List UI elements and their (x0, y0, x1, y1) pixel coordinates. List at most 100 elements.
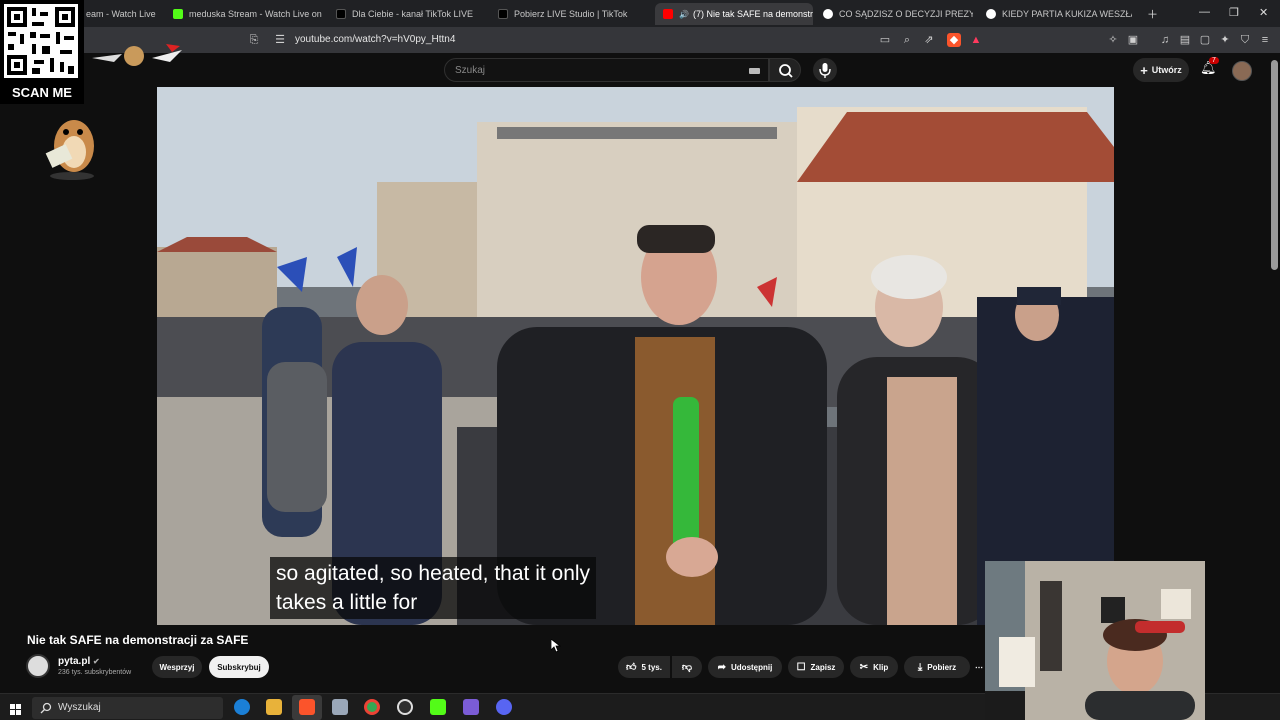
more-actions-button[interactable]: ⋯ (972, 656, 986, 678)
create-button[interactable]: + Utwórz (1133, 58, 1189, 82)
support-label: Wesprzyj (159, 662, 195, 672)
scissors-icon: ✂ (859, 661, 869, 673)
account-avatar[interactable] (1232, 61, 1252, 81)
qr-code (4, 4, 78, 78)
minimize-icon[interactable]: — (1199, 6, 1210, 18)
tab-google-search-2[interactable]: KIEDY PARTIA KUKIZA WESZŁA DO S (986, 3, 1132, 25)
zoom-icon[interactable]: ⌕ (900, 33, 914, 47)
save-label: Zapisz (810, 662, 836, 672)
thumbs-down-icon: 👎︎ (681, 662, 693, 673)
tab-title: Pobierz LIVE Studio | TikTok (514, 9, 628, 19)
page-scrollbar[interactable] (1271, 60, 1278, 270)
verified-icon: ✔ (93, 657, 100, 666)
tab-google-search-1[interactable]: CO SĄDZISZ O DECYZJI PREZYDENT (823, 3, 973, 25)
notification-badge: 7 (1209, 57, 1219, 64)
video-frame (157, 87, 1114, 625)
voice-search-button[interactable] (813, 58, 837, 82)
clip-button[interactable]: ✂ Klip (850, 656, 898, 678)
support-button[interactable]: Wesprzyj (152, 656, 202, 678)
browser-tab-bar: eam - Watch Live on meduska Stream - Wat… (0, 0, 1280, 27)
like-count: 5 tys. (641, 662, 662, 672)
tab-title: (7) Nie tak SAFE na demonstr (692, 9, 813, 19)
download-button[interactable]: ⤓ Pobierz (904, 656, 970, 678)
share-button[interactable]: ➦ Udostępnij (708, 656, 782, 678)
address-bar: ⎘ ☰ youtube.com/watch?v=hV0py_Httn4 ▭ ⌕ … (0, 27, 1280, 53)
close-window-icon[interactable]: ✕ (1259, 6, 1268, 19)
channel-avatar[interactable] (26, 654, 50, 678)
subscriber-count: 236 tys. subskrybentów (58, 669, 132, 676)
video-title: Nie tak SAFE na demonstracji za SAFE (27, 633, 249, 647)
share-icon[interactable]: ⇗ (922, 33, 936, 47)
reader-icon[interactable]: ▤ (1178, 33, 1192, 47)
thumbs-up-icon: 👍︎ (626, 662, 637, 673)
brave-icon[interactable] (299, 699, 315, 715)
url-field[interactable]: youtube.com/watch?v=hV0py_Httn4 (295, 34, 455, 45)
youtube-icon (663, 9, 673, 19)
search-input[interactable]: Szukaj (444, 58, 769, 82)
sticker-decoration (84, 40, 184, 70)
save-button[interactable]: ☐ Zapisz (788, 656, 844, 678)
search-button[interactable] (769, 58, 801, 82)
obs-icon[interactable] (397, 699, 413, 715)
video-player[interactable] (157, 87, 1114, 625)
tab-tiktok-studio[interactable]: Pobierz LIVE Studio | TikTok (498, 3, 648, 25)
subscribe-label: Subskrybuj (217, 662, 261, 672)
taskbar-search[interactable]: Wyszukaj (32, 697, 223, 719)
extensions-icon[interactable]: ✧ (1106, 33, 1120, 47)
tiktok-icon (498, 9, 508, 19)
tab-title: KIEDY PARTIA KUKIZA WESZŁA DO S (1002, 9, 1132, 19)
kick-icon (173, 9, 183, 19)
leo-ai-icon[interactable]: ✦ (1218, 33, 1232, 47)
media-icon[interactable]: ♫ (1158, 33, 1172, 47)
dislike-button[interactable]: 👎︎ (672, 656, 702, 678)
share-label: Udostępnij (731, 662, 773, 672)
menu-icon[interactable]: ≡ (1258, 33, 1272, 47)
wallet-icon[interactable]: ▢ (1198, 33, 1212, 47)
keyboard-icon[interactable] (749, 68, 760, 74)
channel-name-text: pyta.pl (58, 656, 91, 667)
chrome-icon[interactable] (364, 699, 380, 715)
caption-line-1: so agitated, so heated, that it only (276, 562, 591, 585)
cast-icon[interactable]: ▭ (878, 33, 892, 47)
new-tab-icon[interactable]: ＋ (1147, 6, 1158, 22)
brave-rewards-icon[interactable]: ▲ (969, 33, 983, 47)
tab-meduska-stream[interactable]: meduska Stream - Watch Live on Kic (173, 3, 323, 25)
sidebar-icon[interactable]: ▣ (1126, 33, 1140, 47)
save-icon: ☐ (796, 661, 806, 673)
windows-start-icon[interactable] (10, 702, 21, 715)
download-label: Pobierz (927, 662, 957, 672)
clip-label: Klip (873, 662, 889, 672)
scan-me-label: SCAN ME (12, 85, 72, 100)
more-icon: ⋯ (975, 662, 983, 672)
microphone-icon (819, 63, 831, 78)
search-icon (40, 702, 52, 714)
like-button[interactable]: 👍︎ 5 tys. (618, 656, 670, 678)
channel-name[interactable]: pyta.pl ✔ (58, 656, 100, 667)
subscribe-button[interactable]: Subskrybuj (209, 656, 269, 678)
tab-youtube-active[interactable]: 🔊 (7) Nie tak SAFE na demonstr ✕ (655, 3, 813, 25)
vpn-icon[interactable]: ⛉ (1238, 33, 1252, 47)
edge-icon[interactable] (234, 699, 250, 715)
tiktok-icon (336, 9, 346, 19)
taskbar-search-placeholder: Wyszukaj (58, 702, 101, 713)
file-explorer-icon[interactable] (266, 699, 282, 715)
tab-tiktok-live[interactable]: Dla Ciebie - kanał TikTok LIVE (336, 3, 486, 25)
tab-kick-stream[interactable]: eam - Watch Live on (86, 3, 156, 25)
discord-icon[interactable] (496, 699, 512, 715)
tab-title: meduska Stream - Watch Live on Kic (189, 9, 323, 19)
notifications-button[interactable]: 🔔︎ 7 (1200, 57, 1219, 78)
brave-shield-icon[interactable]: ◆ (947, 33, 961, 47)
restore-icon[interactable]: ❐ (1229, 6, 1239, 19)
kick-app-icon[interactable] (430, 699, 446, 715)
search-placeholder: Szukaj (455, 65, 486, 76)
tab-title: Dla Ciebie - kanał TikTok LIVE (352, 9, 474, 19)
bookmark-icon[interactable]: ⎘ (247, 33, 261, 47)
google-icon (823, 9, 833, 19)
caption-line-2: takes a little for (276, 591, 418, 614)
site-settings-icon[interactable]: ☰ (273, 33, 287, 47)
google-icon (986, 9, 996, 19)
hamster-sticker (44, 110, 100, 182)
create-label: Utwórz (1151, 65, 1182, 75)
chat-app-icon[interactable] (463, 699, 479, 715)
app-icon[interactable] (332, 699, 348, 715)
